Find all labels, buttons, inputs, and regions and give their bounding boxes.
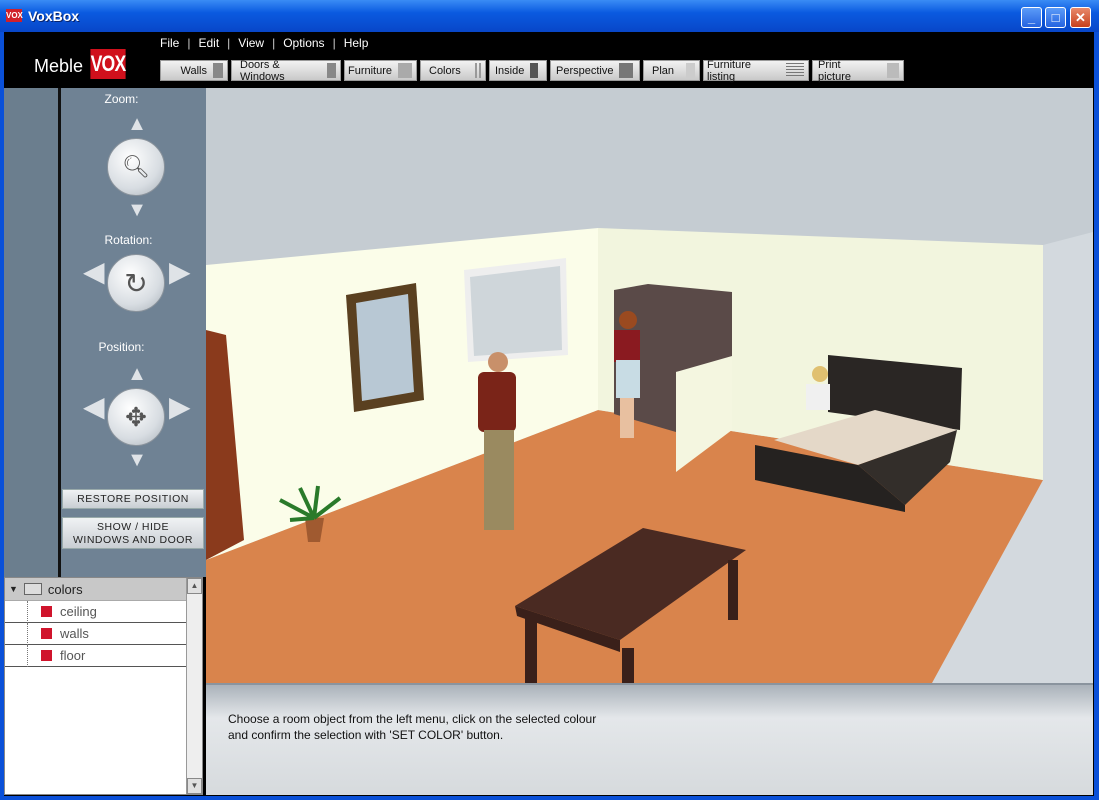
scroll-down-button[interactable]: ▼ xyxy=(187,778,202,794)
furniture-listing-button[interactable]: Furniture listing xyxy=(703,59,809,83)
room-3d-view[interactable] xyxy=(206,88,1093,683)
zoom-magnifier-icon[interactable]: 🔍︎ xyxy=(107,138,165,196)
toolbar: Walls Doors & Windows Furniture Colors I… xyxy=(160,59,904,83)
rotate-right-arrow[interactable]: ▶ xyxy=(169,258,191,286)
window-glass xyxy=(470,266,562,356)
window-title: VoxBox xyxy=(28,8,80,24)
table-leg xyxy=(525,615,537,683)
plan-button[interactable]: Plan xyxy=(643,60,700,81)
left-strip xyxy=(4,88,58,577)
furniture-button[interactable]: Furniture xyxy=(344,60,417,81)
plan-icon xyxy=(686,63,695,78)
tree-item-ceiling[interactable]: ceiling xyxy=(5,601,187,623)
title-bar: VOX VoxBox _ □ ✕ xyxy=(0,0,1099,32)
print-picture-button[interactable]: Print picture xyxy=(812,59,904,83)
move-left-arrow[interactable]: ◀ xyxy=(83,393,105,421)
show-hide-windows-button[interactable]: SHOW / HIDE WINDOWS AND DOOR xyxy=(62,517,204,549)
tree-item-floor[interactable]: floor xyxy=(5,645,187,667)
maximize-button[interactable]: □ xyxy=(1045,7,1066,28)
tree-scrollbar[interactable]: ▲ ▼ xyxy=(186,578,202,794)
move-right-arrow[interactable]: ▶ xyxy=(169,393,191,421)
table-leg xyxy=(622,648,634,683)
mirror-glass xyxy=(356,294,414,401)
menu-view[interactable]: View xyxy=(238,36,264,50)
menu-edit[interactable]: Edit xyxy=(198,36,219,50)
header: Meble VOX File | Edit | View | Options | Hel… xyxy=(4,32,1094,88)
rotation-label: Rotation: xyxy=(104,233,153,247)
color-grid-icon xyxy=(474,63,481,78)
color-swatch xyxy=(41,606,52,617)
tree-root-colors[interactable]: ▼ colors xyxy=(5,578,202,601)
inside-button[interactable]: Inside xyxy=(489,60,547,81)
menu-help[interactable]: Help xyxy=(344,36,369,50)
position-label: Position: xyxy=(98,340,145,354)
scroll-up-button[interactable]: ▲ xyxy=(187,578,202,594)
logo-vox: VOX xyxy=(90,49,126,79)
color-swatch xyxy=(41,628,52,639)
logo-meble: Meble xyxy=(34,56,84,76)
move-down-arrow[interactable]: ▼ xyxy=(107,450,167,470)
status-panel: Choose a room object from the left menu,… xyxy=(206,683,1093,795)
table-leg xyxy=(728,560,738,620)
perspective-icon xyxy=(619,63,634,78)
close-button[interactable]: ✕ xyxy=(1070,7,1091,28)
expand-triangle-icon[interactable]: ▼ xyxy=(9,584,18,594)
rotate-icon[interactable]: ↻ xyxy=(107,254,165,312)
list-icon xyxy=(786,63,804,78)
menu-file[interactable]: File xyxy=(160,36,179,50)
colors-button[interactable]: Colors xyxy=(420,60,486,81)
minimize-button[interactable]: _ xyxy=(1021,7,1042,28)
tree-item-walls[interactable]: walls xyxy=(5,623,187,645)
rotate-left-arrow[interactable]: ◀ xyxy=(83,258,105,286)
meble-vox-logo: Meble VOX xyxy=(34,49,132,79)
menu-options[interactable]: Options xyxy=(283,36,324,50)
color-tree: ▼ colors ceiling walls floor ▲ ▼ xyxy=(4,577,203,795)
move-up-arrow[interactable]: ▲ xyxy=(107,364,167,384)
printer-icon xyxy=(887,63,899,78)
folder-icon xyxy=(23,583,42,595)
instruction-text: Choose a room object from the left menu,… xyxy=(228,712,597,742)
zoom-out-arrow[interactable]: ▼ xyxy=(107,200,167,220)
perspective-button[interactable]: Perspective xyxy=(550,60,640,81)
cabinet-icon xyxy=(398,63,412,78)
zoom-in-arrow[interactable]: ▲ xyxy=(107,114,167,134)
menu-bar: File | Edit | View | Options | Help xyxy=(160,36,369,50)
walls-icon xyxy=(213,63,223,78)
doors-windows-button[interactable]: Doors & Windows xyxy=(231,59,341,83)
color-swatch xyxy=(41,650,52,661)
app-icon: VOX xyxy=(6,9,23,22)
restore-position-button[interactable]: RESTORE POSITION xyxy=(62,489,204,509)
people-icon xyxy=(530,63,539,78)
door-icon xyxy=(326,63,336,78)
walls-button[interactable]: Walls xyxy=(160,60,228,81)
zoom-label: Zoom: xyxy=(104,92,139,106)
move-icon[interactable]: ✥ xyxy=(107,388,165,446)
